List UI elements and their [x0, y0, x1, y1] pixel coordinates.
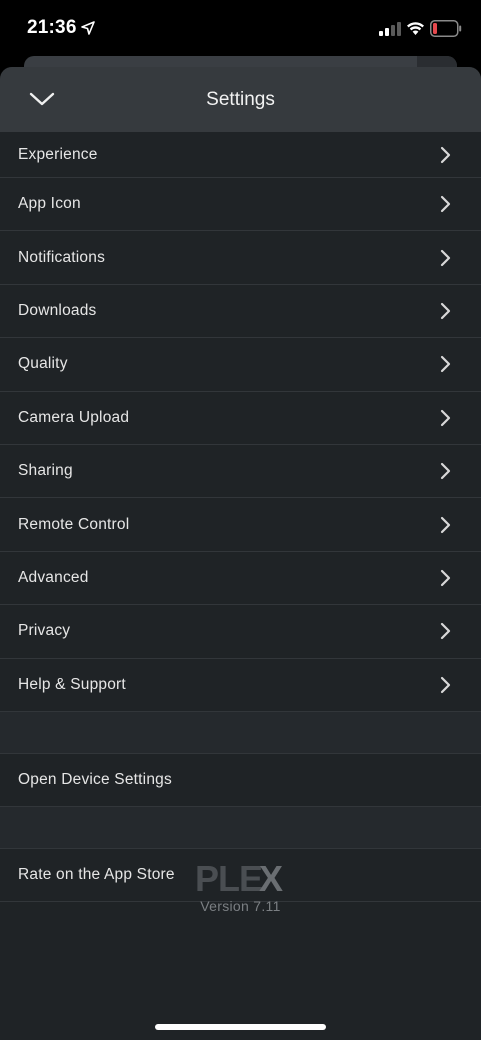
menu-item-label: Notifications [18, 248, 106, 266]
status-bar: 21:36 [0, 0, 481, 56]
menu-item-label: App Icon [18, 195, 81, 213]
section-spacer [0, 711, 481, 754]
menu-item-notifications[interactable]: Notifications [0, 231, 481, 285]
menu-item-privacy[interactable]: Privacy [0, 605, 481, 659]
footer: PLE X Version 7.11 [0, 860, 481, 914]
menu-item-label: Privacy [18, 622, 71, 640]
status-time: 21:36 [27, 17, 77, 38]
app-version: Version 7.11 [200, 898, 281, 914]
menu-item-sharing[interactable]: Sharing [0, 444, 481, 499]
menu-item-app-icon[interactable]: App Icon [0, 178, 481, 232]
menu-item-remote-control[interactable]: Remote Control [0, 498, 481, 552]
menu-item-label: Experience [18, 145, 98, 163]
home-indicator[interactable] [155, 1024, 326, 1030]
wifi-icon [407, 22, 424, 35]
chevron-right-icon [440, 409, 451, 426]
section-spacer [0, 806, 481, 849]
menu-item-label: Sharing [18, 462, 73, 480]
chevron-right-icon [440, 196, 451, 213]
chevron-right-icon [440, 463, 451, 480]
settings-list: Experience App Icon Notifications Downlo… [0, 132, 481, 902]
chevron-right-icon [440, 302, 451, 320]
chevron-right-icon [440, 356, 451, 373]
open-device-settings-label: Open Device Settings [18, 770, 172, 788]
menu-item-downloads[interactable]: Downloads [0, 284, 481, 339]
menu-item-label: Remote Control [18, 515, 130, 533]
chevron-right-icon [440, 676, 451, 693]
menu-item-label: Downloads [18, 301, 97, 319]
menu-item-help-support[interactable]: Help & Support [0, 658, 481, 712]
chevron-right-icon [440, 146, 451, 163]
cellular-signal-icon [379, 22, 401, 36]
sheet-header: Settings [0, 67, 481, 132]
menu-item-label: Quality [18, 355, 68, 373]
menu-item-camera-upload[interactable]: Camera Upload [0, 391, 481, 445]
menu-item-label: Advanced [18, 568, 89, 586]
menu-item-label: Camera Upload [18, 408, 130, 426]
menu-item-experience[interactable]: Experience [0, 132, 481, 178]
open-device-settings-button[interactable]: Open Device Settings [0, 753, 481, 807]
chevron-right-icon [440, 623, 451, 640]
chevron-right-icon [440, 249, 451, 266]
battery-low-icon [430, 20, 462, 37]
page-title: Settings [206, 89, 275, 110]
chevron-right-icon [440, 569, 451, 587]
plex-logo: PLE X [195, 860, 283, 896]
svg-text:X: X [259, 860, 283, 896]
menu-item-label: Help & Support [18, 675, 126, 693]
svg-text:PLE: PLE [195, 860, 262, 896]
chevron-right-icon [440, 516, 451, 533]
menu-item-quality[interactable]: Quality [0, 338, 481, 392]
menu-item-advanced[interactable]: Advanced [0, 551, 481, 606]
location-arrow-icon [81, 21, 95, 35]
